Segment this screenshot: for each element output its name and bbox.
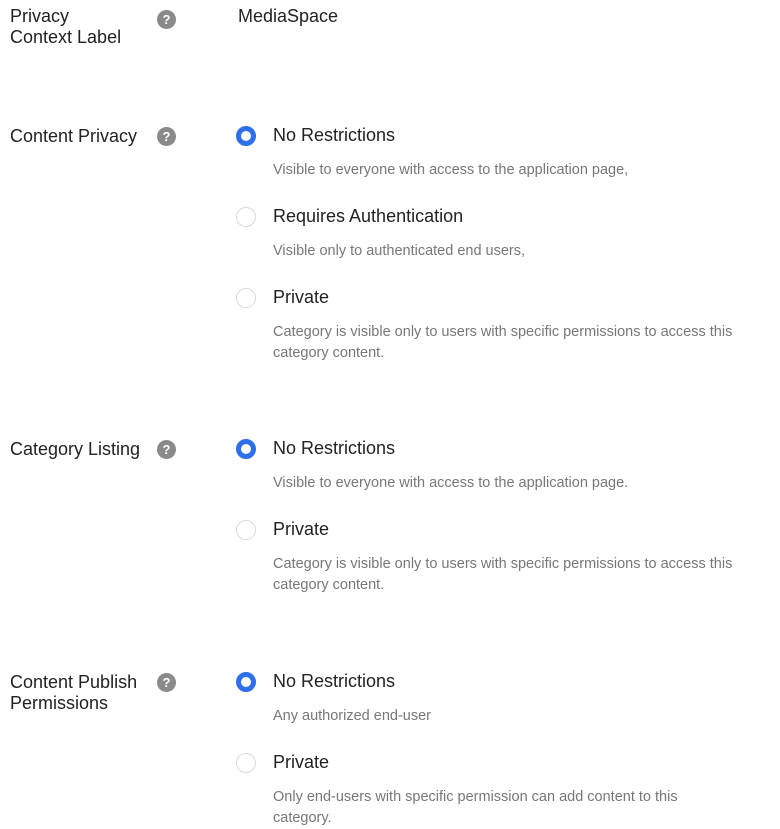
option-label[interactable]: Private [273, 752, 329, 773]
radio-button[interactable] [236, 126, 256, 146]
option-label[interactable]: Requires Authentication [273, 206, 463, 227]
option-description: Category is visible only to users with s… [273, 556, 733, 593]
privacy-context-value: MediaSpace [238, 6, 339, 26]
option-label[interactable]: No Restrictions [273, 438, 395, 459]
radio-button[interactable] [236, 753, 256, 773]
option-label[interactable]: Private [273, 287, 329, 308]
content-publish-label: Content Publish Permissions [10, 672, 138, 713]
option-description: Visible only to authenticated end users, [273, 243, 526, 259]
help-icon[interactable]: ? [157, 10, 176, 29]
option-label[interactable]: Private [273, 519, 329, 540]
help-icon[interactable]: ? [157, 127, 176, 146]
radio-button[interactable] [236, 520, 256, 540]
content-privacy-label: Content Privacy [10, 126, 138, 146]
option-description: Visible to everyone with access to the a… [273, 162, 629, 178]
radio-button[interactable] [236, 439, 256, 459]
help-icon[interactable]: ? [157, 673, 176, 692]
option-label[interactable]: No Restrictions [273, 671, 395, 692]
radio-button[interactable] [236, 672, 256, 692]
radio-button[interactable] [236, 288, 256, 308]
option-description: Visible to everyone with access to the a… [273, 475, 629, 491]
option-description: Category is visible only to users with s… [273, 324, 733, 361]
option-description: Only end-users with specific permission … [273, 789, 678, 826]
option-description: Any authorized end-user [273, 708, 431, 724]
option-label[interactable]: No Restrictions [273, 125, 395, 146]
privacy-context-label: Privacy Context Label [10, 6, 122, 47]
help-icon[interactable]: ? [157, 440, 176, 459]
category-listing-label: Category Listing [10, 439, 141, 459]
radio-button[interactable] [236, 207, 256, 227]
